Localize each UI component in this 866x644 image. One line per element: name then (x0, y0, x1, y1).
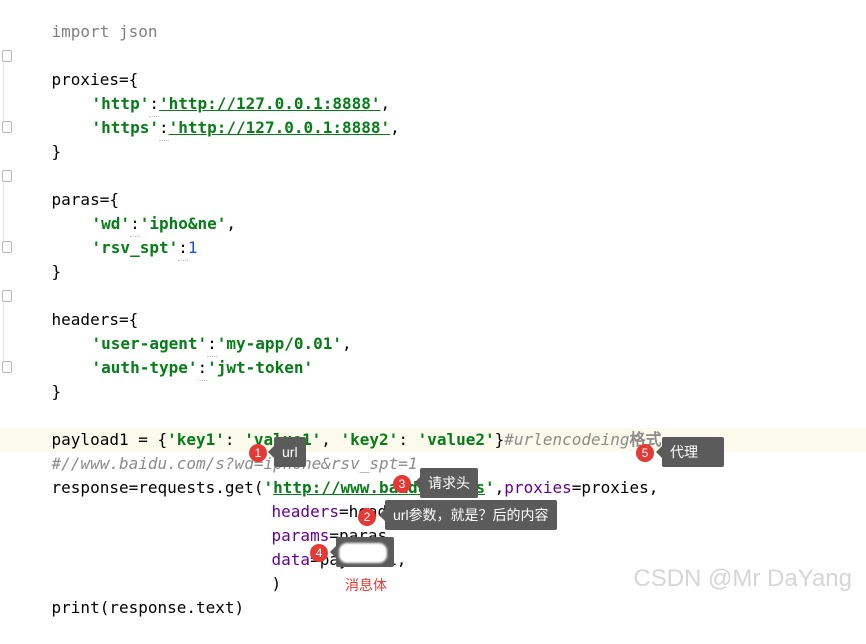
code-line-paras-rsv: 'rsv_spt':1 (53, 212, 198, 261)
gutter-guide (3, 292, 4, 370)
watermark: CSDN @Mr DaYang (633, 565, 852, 592)
gutter-guide (3, 172, 4, 250)
code-line-headers-close: } (13, 356, 62, 401)
annotation-badge-2: 2 (358, 508, 376, 526)
fold-marker[interactable] (2, 290, 12, 302)
code-line-payload: payload1 = {'key1': 'value1', 'key2': 'v… (51, 430, 662, 449)
code-line-proxies-https: 'https':'http://127.0.0.1:8888', (53, 92, 400, 141)
close-brace: } (51, 142, 62, 161)
code-line-headers-auth: 'auth-type':'jwt-token' (53, 332, 313, 381)
redaction-blur (339, 543, 387, 563)
url-quote-close: ' (485, 478, 495, 497)
code-line-proxies-close: } (13, 116, 62, 161)
fold-marker[interactable] (2, 121, 12, 133)
annotation-tooltip-proxy: 代理 (656, 437, 724, 467)
print-statement: print(response.text) (51, 598, 245, 617)
headers-auth-val: 'jwt-token' (207, 358, 314, 377)
paras-rsv-key: 'rsv_spt' (91, 238, 179, 257)
code-line-paras-close: } (13, 236, 62, 281)
close-brace: } (51, 382, 62, 401)
code-line-import: import json (13, 0, 158, 41)
close-paren: ) (271, 574, 282, 593)
payload-v2: 'value2' (417, 430, 495, 449)
annotation-badge-3: 3 (393, 475, 411, 493)
annotation-tooltip-params: url参数，就是？后的内容 (379, 500, 557, 530)
proxies-kwarg-value: =proxies, (571, 478, 659, 497)
code-line-headers-open: headers={ (13, 284, 139, 329)
proxies-kwarg: proxies (504, 478, 572, 497)
code-line-close-paren: ) (233, 548, 282, 593)
annotation-badge-1: 1 (249, 444, 267, 462)
import-statement: import json (51, 22, 158, 41)
fold-marker[interactable] (2, 170, 12, 182)
annotation-badge-4: 4 (310, 544, 328, 562)
code-line-proxies-http: 'http':'http://127.0.0.1:8888', (53, 68, 390, 117)
fold-marker[interactable] (2, 241, 12, 253)
annotation-tooltip-url: url (268, 437, 306, 467)
gutter-guide (3, 52, 4, 130)
code-line-paras-wd: 'wd':'ipho&ne', (53, 188, 236, 237)
close-brace: } (51, 262, 62, 281)
annotation-caption: 消息体 (345, 577, 387, 593)
payload-comment: #urlencodeing (504, 430, 630, 449)
code-line-comment: #//www.baidu.com/s?wd=iphone&rsv_spt=1 (13, 428, 418, 473)
request-prefix: response=requests.get( (51, 478, 264, 497)
code-line-print: print(response.text) (13, 572, 245, 617)
proxies-https-key: 'https' (91, 118, 159, 137)
fold-marker[interactable] (2, 50, 12, 62)
annotation-tooltip-headers: 请求头 (414, 468, 478, 498)
code-line-paras-open: paras={ (13, 164, 119, 209)
annotation-badge-5: 5 (636, 444, 654, 462)
proxies-https-val: 'http://127.0.0.1:8888' (168, 118, 391, 137)
code-line-headers-ua: 'user-agent':'my-app/0.01', (53, 308, 352, 357)
code-line-request: response=requests.get('http://www.baidu.… (51, 478, 659, 497)
paras-rsv-val: 1 (187, 238, 198, 257)
code-line-proxies-open: proxies={ (13, 44, 139, 89)
fold-marker[interactable] (2, 361, 12, 373)
headers-auth-key: 'auth-type' (91, 358, 198, 377)
